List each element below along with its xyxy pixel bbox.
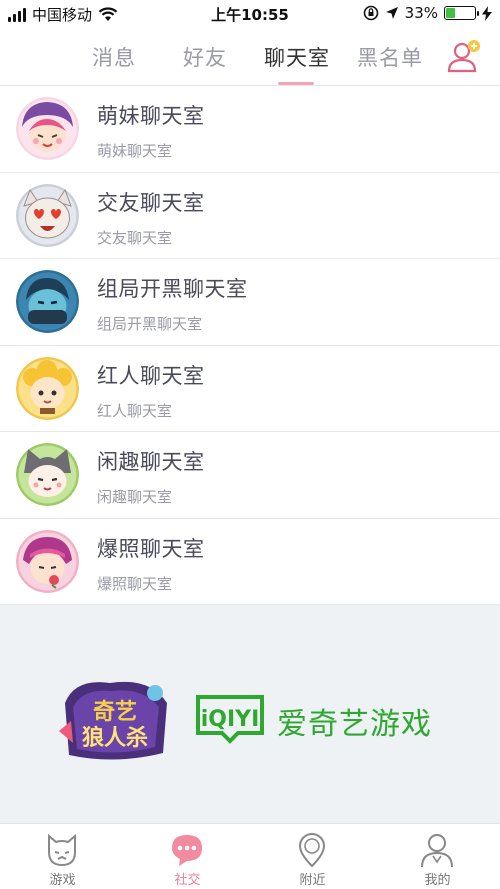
chatroom-title: 交友聊天室 xyxy=(97,190,205,215)
battery-percent: 33% xyxy=(404,4,438,22)
chatroom-subtitle: 组局开黑聊天室 xyxy=(97,315,203,333)
active-tab-indicator xyxy=(278,82,314,85)
werewolf-game-logo: 奇艺 狼人杀 xyxy=(59,681,167,760)
nav-label: 附近 xyxy=(299,873,326,888)
status-right: 33% xyxy=(363,4,492,22)
chatroom-subtitle: 爆照聊天室 xyxy=(97,574,173,593)
nav-label: 社交 xyxy=(174,873,201,888)
chatroom-item[interactable]: 组局开黑聊天室 组局开黑聊天室 xyxy=(0,259,500,346)
status-bar: 中国移动 上午10:55 33% xyxy=(0,0,500,28)
chatroom-title: 萌妹聊天室 xyxy=(97,104,205,128)
nav-item-profile[interactable]: 我的 xyxy=(375,824,500,889)
chat-bubble-icon xyxy=(172,835,202,866)
charging-bolt-icon xyxy=(482,5,492,21)
brand-logos: 奇艺 狼人杀 iQIYI 爱奇艺游戏 xyxy=(0,605,500,823)
girl-purple-hat-avatar xyxy=(16,97,79,160)
battery-fill xyxy=(446,8,456,18)
chatroom-item[interactable]: 交友聊天室 交友聊天室 xyxy=(0,173,500,259)
chatroom-subtitle: 闲趣聊天室 xyxy=(97,488,173,506)
location-pin-icon xyxy=(298,833,326,868)
game-logo-text-top: 奇艺 xyxy=(93,699,137,725)
bottom-nav: 游戏 社交 附近 我的 xyxy=(0,823,500,889)
chatroom-item[interactable]: 爆照聊天室 爆照聊天室 xyxy=(0,519,500,605)
battery-icon xyxy=(444,6,479,20)
chatroom-item[interactable]: 闲趣聊天室 闲趣聊天室 xyxy=(0,432,500,519)
user-profile-icon xyxy=(421,834,453,868)
nav-item-nearby[interactable]: 附近 xyxy=(250,824,375,889)
heart-eyes-avatar xyxy=(16,183,79,247)
nav-item-social[interactable]: 社交 xyxy=(125,824,250,889)
game-logo-text-bottom: 狼人杀 xyxy=(82,725,148,751)
iqiyi-logo-text: iQIYI xyxy=(201,707,260,732)
chatroom-title: 闲趣聊天室 xyxy=(97,450,205,474)
chatroom-list: 萌妹聊天室 萌妹聊天室 交友聊天室 交友聊天室 组局开黑聊天室 组局开黑聊天室 xyxy=(0,86,500,605)
iqiyi-logo: iQIYI xyxy=(196,695,264,744)
chatroom-subtitle: 交友聊天室 xyxy=(97,228,173,247)
chatroom-title: 爆照聊天室 xyxy=(97,536,205,561)
tab-blacklist[interactable]: 黑名单 xyxy=(357,42,423,72)
nav-item-games[interactable]: 游戏 xyxy=(0,824,125,889)
blue-ninja-avatar xyxy=(16,270,79,333)
tab-chatrooms[interactable]: 聊天室 xyxy=(264,42,330,72)
tab-bar: 消息 好友 聊天室 黑名单 xyxy=(0,28,500,86)
brand-text: 爱奇艺游戏 xyxy=(277,707,432,742)
chatroom-title: 组局开黑聊天室 xyxy=(97,277,248,301)
location-arrow-icon xyxy=(385,7,398,19)
rotation-lock-icon xyxy=(363,5,378,21)
chatroom-subtitle: 萌妹聊天室 xyxy=(97,142,173,160)
add-friend-icon[interactable] xyxy=(446,38,482,74)
nav-label: 我的 xyxy=(424,873,451,888)
wolf-hood-avatar xyxy=(16,443,79,506)
chatroom-item[interactable]: 萌妹聊天室 萌妹聊天室 xyxy=(0,86,500,173)
tab-friends[interactable]: 好友 xyxy=(183,42,227,72)
nav-label: 游戏 xyxy=(49,873,76,888)
chatroom-item[interactable]: 红人聊天室 红人聊天室 xyxy=(0,346,500,432)
tab-messages[interactable]: 消息 xyxy=(92,42,136,72)
werewolf-icon xyxy=(48,833,76,867)
pink-girl-avatar xyxy=(16,529,79,593)
chatroom-title: 红人聊天室 xyxy=(97,363,205,388)
chatroom-subtitle: 红人聊天室 xyxy=(97,401,173,420)
yellow-hair-avatar xyxy=(16,356,79,420)
